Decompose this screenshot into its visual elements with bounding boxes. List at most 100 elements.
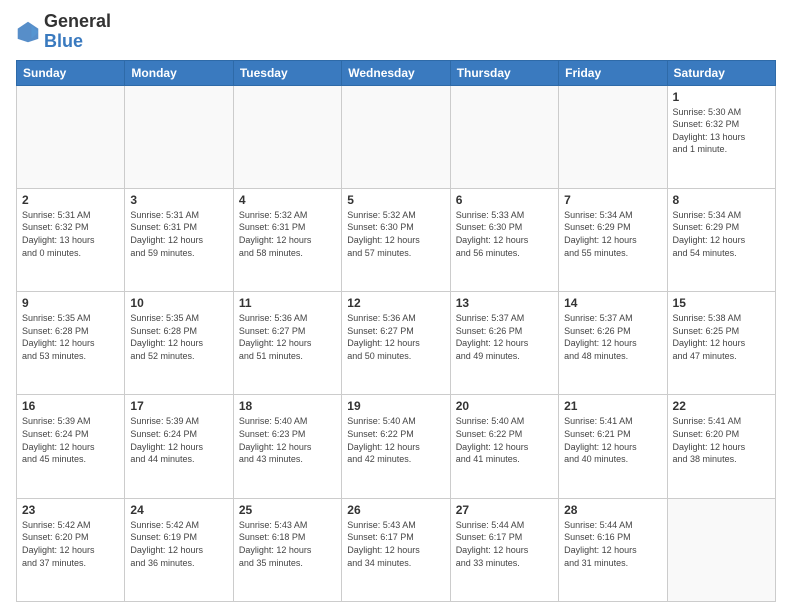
day-cell: 9 Sunrise: 5:35 AM Sunset: 6:28 PM Daylig… (17, 292, 125, 395)
day-cell: 23 Sunrise: 5:42 AM Sunset: 6:20 PM Dayli… (17, 498, 125, 601)
day-info: Sunrise: 5:37 AM Sunset: 6:26 PM Dayligh… (456, 312, 553, 362)
weekday-header-saturday: Saturday (667, 60, 775, 85)
day-cell: 1 Sunrise: 5:30 AM Sunset: 6:32 PM Daylig… (667, 85, 775, 188)
day-number: 16 (22, 399, 119, 413)
day-number: 19 (347, 399, 444, 413)
day-info: Sunrise: 5:37 AM Sunset: 6:26 PM Dayligh… (564, 312, 661, 362)
day-cell (125, 85, 233, 188)
day-cell (342, 85, 450, 188)
day-cell: 17 Sunrise: 5:39 AM Sunset: 6:24 PM Dayli… (125, 395, 233, 498)
day-number: 7 (564, 193, 661, 207)
day-number: 15 (673, 296, 770, 310)
day-number: 6 (456, 193, 553, 207)
day-cell: 7 Sunrise: 5:34 AM Sunset: 6:29 PM Daylig… (559, 188, 667, 291)
day-number: 17 (130, 399, 227, 413)
logo-blue: Blue (44, 32, 111, 52)
day-cell (233, 85, 341, 188)
day-cell: 19 Sunrise: 5:40 AM Sunset: 6:22 PM Dayli… (342, 395, 450, 498)
day-number: 10 (130, 296, 227, 310)
day-info: Sunrise: 5:44 AM Sunset: 6:16 PM Dayligh… (564, 519, 661, 569)
day-number: 27 (456, 503, 553, 517)
day-cell: 21 Sunrise: 5:41 AM Sunset: 6:21 PM Dayli… (559, 395, 667, 498)
day-number: 24 (130, 503, 227, 517)
day-number: 13 (456, 296, 553, 310)
day-info: Sunrise: 5:42 AM Sunset: 6:19 PM Dayligh… (130, 519, 227, 569)
day-info: Sunrise: 5:39 AM Sunset: 6:24 PM Dayligh… (22, 415, 119, 465)
day-info: Sunrise: 5:32 AM Sunset: 6:31 PM Dayligh… (239, 209, 336, 259)
page: General Blue SundayMondayTuesdayWednesda… (0, 0, 792, 612)
week-row-1: 2 Sunrise: 5:31 AM Sunset: 6:32 PM Daylig… (17, 188, 776, 291)
day-cell: 27 Sunrise: 5:44 AM Sunset: 6:17 PM Dayli… (450, 498, 558, 601)
day-info: Sunrise: 5:34 AM Sunset: 6:29 PM Dayligh… (564, 209, 661, 259)
day-info: Sunrise: 5:44 AM Sunset: 6:17 PM Dayligh… (456, 519, 553, 569)
week-row-2: 9 Sunrise: 5:35 AM Sunset: 6:28 PM Daylig… (17, 292, 776, 395)
logo-text: General Blue (44, 12, 111, 52)
day-cell: 13 Sunrise: 5:37 AM Sunset: 6:26 PM Dayli… (450, 292, 558, 395)
day-info: Sunrise: 5:42 AM Sunset: 6:20 PM Dayligh… (22, 519, 119, 569)
day-number: 2 (22, 193, 119, 207)
day-cell: 3 Sunrise: 5:31 AM Sunset: 6:31 PM Daylig… (125, 188, 233, 291)
logo: General Blue (16, 12, 111, 52)
day-cell: 2 Sunrise: 5:31 AM Sunset: 6:32 PM Daylig… (17, 188, 125, 291)
day-cell (667, 498, 775, 601)
day-info: Sunrise: 5:43 AM Sunset: 6:18 PM Dayligh… (239, 519, 336, 569)
logo-general: General (44, 12, 111, 32)
day-number: 18 (239, 399, 336, 413)
day-info: Sunrise: 5:38 AM Sunset: 6:25 PM Dayligh… (673, 312, 770, 362)
day-info: Sunrise: 5:39 AM Sunset: 6:24 PM Dayligh… (130, 415, 227, 465)
weekday-header-tuesday: Tuesday (233, 60, 341, 85)
weekday-header-monday: Monday (125, 60, 233, 85)
day-info: Sunrise: 5:30 AM Sunset: 6:32 PM Dayligh… (673, 106, 770, 156)
week-row-4: 23 Sunrise: 5:42 AM Sunset: 6:20 PM Dayli… (17, 498, 776, 601)
weekday-header-wednesday: Wednesday (342, 60, 450, 85)
day-info: Sunrise: 5:36 AM Sunset: 6:27 PM Dayligh… (347, 312, 444, 362)
day-number: 11 (239, 296, 336, 310)
day-cell: 15 Sunrise: 5:38 AM Sunset: 6:25 PM Dayli… (667, 292, 775, 395)
day-number: 25 (239, 503, 336, 517)
day-cell: 28 Sunrise: 5:44 AM Sunset: 6:16 PM Dayli… (559, 498, 667, 601)
day-info: Sunrise: 5:35 AM Sunset: 6:28 PM Dayligh… (130, 312, 227, 362)
day-info: Sunrise: 5:31 AM Sunset: 6:32 PM Dayligh… (22, 209, 119, 259)
day-info: Sunrise: 5:41 AM Sunset: 6:21 PM Dayligh… (564, 415, 661, 465)
weekday-header-sunday: Sunday (17, 60, 125, 85)
day-cell: 11 Sunrise: 5:36 AM Sunset: 6:27 PM Dayli… (233, 292, 341, 395)
day-number: 4 (239, 193, 336, 207)
day-info: Sunrise: 5:40 AM Sunset: 6:22 PM Dayligh… (347, 415, 444, 465)
weekday-header-friday: Friday (559, 60, 667, 85)
day-number: 5 (347, 193, 444, 207)
day-info: Sunrise: 5:31 AM Sunset: 6:31 PM Dayligh… (130, 209, 227, 259)
day-cell: 12 Sunrise: 5:36 AM Sunset: 6:27 PM Dayli… (342, 292, 450, 395)
day-cell: 6Sunrise: 5:33 AM Sunset: 6:30 PM Daylig… (450, 188, 558, 291)
day-number: 12 (347, 296, 444, 310)
day-cell: 24 Sunrise: 5:42 AM Sunset: 6:19 PM Dayli… (125, 498, 233, 601)
day-number: 21 (564, 399, 661, 413)
day-number: 14 (564, 296, 661, 310)
day-number: 1 (673, 90, 770, 104)
week-row-3: 16 Sunrise: 5:39 AM Sunset: 6:24 PM Dayli… (17, 395, 776, 498)
day-info: Sunrise: 5:40 AM Sunset: 6:23 PM Dayligh… (239, 415, 336, 465)
day-info: Sunrise: 5:35 AM Sunset: 6:28 PM Dayligh… (22, 312, 119, 362)
day-info: Sunrise: 5:34 AM Sunset: 6:29 PM Dayligh… (673, 209, 770, 259)
day-cell: 10 Sunrise: 5:35 AM Sunset: 6:28 PM Dayli… (125, 292, 233, 395)
day-cell (17, 85, 125, 188)
day-cell: 14 Sunrise: 5:37 AM Sunset: 6:26 PM Dayli… (559, 292, 667, 395)
day-info: Sunrise: 5:32 AM Sunset: 6:30 PM Dayligh… (347, 209, 444, 259)
day-cell: 5 Sunrise: 5:32 AM Sunset: 6:30 PM Daylig… (342, 188, 450, 291)
week-row-0: 1 Sunrise: 5:30 AM Sunset: 6:32 PM Daylig… (17, 85, 776, 188)
day-number: 23 (22, 503, 119, 517)
day-cell: 16 Sunrise: 5:39 AM Sunset: 6:24 PM Dayli… (17, 395, 125, 498)
day-number: 9 (22, 296, 119, 310)
day-cell: 26Sunrise: 5:43 AM Sunset: 6:17 PM Dayli… (342, 498, 450, 601)
day-info: Sunrise: 5:36 AM Sunset: 6:27 PM Dayligh… (239, 312, 336, 362)
day-number: 28 (564, 503, 661, 517)
day-number: 20 (456, 399, 553, 413)
day-info: Sunrise: 5:40 AM Sunset: 6:22 PM Dayligh… (456, 415, 553, 465)
day-number: 8 (673, 193, 770, 207)
day-info: Sunrise: 5:43 AM Sunset: 6:17 PM Dayligh… (347, 519, 444, 569)
day-cell: 25 Sunrise: 5:43 AM Sunset: 6:18 PM Dayli… (233, 498, 341, 601)
day-cell: 18 Sunrise: 5:40 AM Sunset: 6:23 PM Dayli… (233, 395, 341, 498)
day-cell (559, 85, 667, 188)
day-number: 3 (130, 193, 227, 207)
weekday-header-thursday: Thursday (450, 60, 558, 85)
day-cell (450, 85, 558, 188)
